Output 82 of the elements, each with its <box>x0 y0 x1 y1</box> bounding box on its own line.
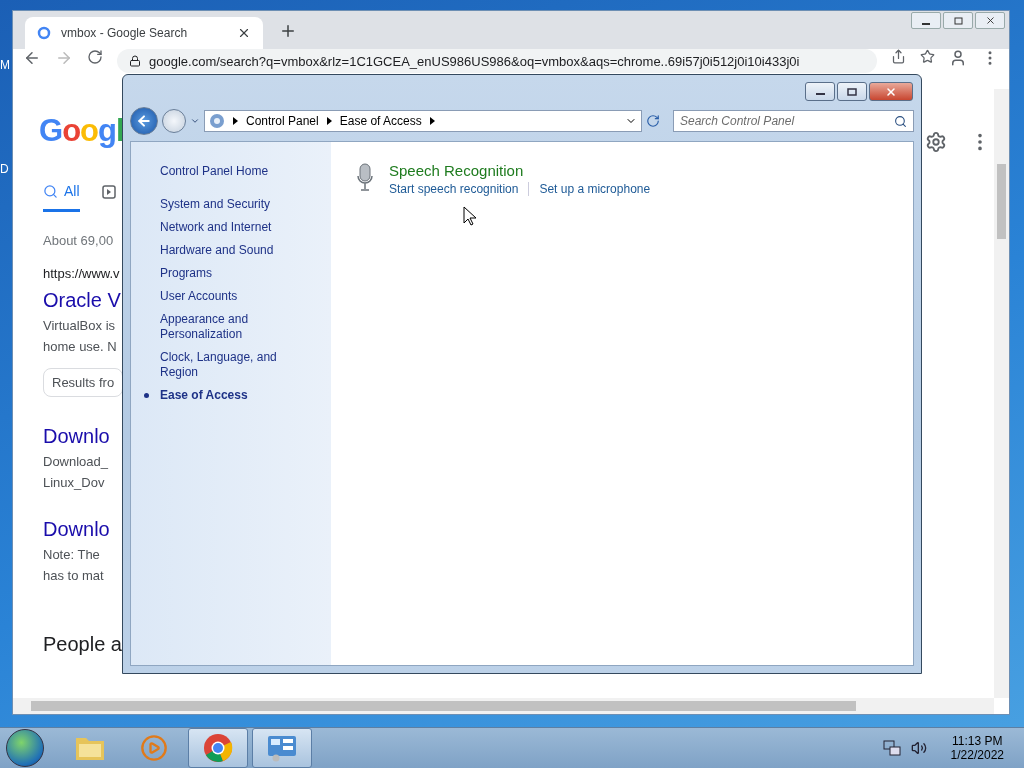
result-title[interactable]: Downlo <box>43 518 123 541</box>
mouse-cursor-icon <box>463 206 477 226</box>
new-tab-icon[interactable] <box>279 22 297 40</box>
vertical-scrollbar[interactable] <box>994 89 1009 698</box>
taskbar-button[interactable] <box>188 728 248 768</box>
settings-icon[interactable] <box>925 131 947 153</box>
clock[interactable]: 11:13 PM 1/22/2022 <box>950 734 1004 762</box>
nav-link[interactable]: Hardware and Sound <box>144 243 314 258</box>
microphone-icon <box>355 162 375 194</box>
nav-link[interactable]: System and Security <box>144 197 314 212</box>
minimize-icon <box>922 22 930 25</box>
google-icon <box>37 26 51 40</box>
video-icon[interactable] <box>101 184 116 199</box>
desktop-icon-label[interactable]: M <box>0 58 10 72</box>
close-button[interactable] <box>975 12 1005 29</box>
minimize-button[interactable] <box>911 12 941 29</box>
breadcrumb-arrow-icon[interactable] <box>326 117 332 125</box>
google-logo[interactable]: Googl <box>39 113 123 149</box>
share-icon[interactable] <box>891 49 906 64</box>
maximize-icon <box>847 87 857 96</box>
result-snippet: VirtualBox is <box>43 318 116 333</box>
task-link[interactable]: Start speech recognition <box>389 182 519 196</box>
result-snippet: Download_ <box>43 454 110 469</box>
close-icon <box>885 85 897 98</box>
profile-icon[interactable] <box>949 49 967 67</box>
nav-link[interactable]: Programs <box>144 266 314 281</box>
minimize-button[interactable] <box>805 82 835 101</box>
section-heading: People a <box>43 633 123 656</box>
taskbar-button[interactable] <box>252 728 312 768</box>
search-icon <box>43 183 58 199</box>
close-icon[interactable] <box>237 26 251 40</box>
search-icon[interactable] <box>894 114 907 128</box>
result-snippet: Note: The <box>43 547 101 562</box>
chrome-icon <box>203 733 233 763</box>
maximize-button[interactable] <box>837 82 867 101</box>
star-icon[interactable] <box>920 49 935 64</box>
lock-icon <box>129 55 141 67</box>
desktop-icon-label[interactable]: D <box>0 162 9 176</box>
results-count: About 69,00 <box>43 233 115 248</box>
result-url: https://www.v <box>43 266 121 281</box>
control-panel-icon <box>209 113 225 129</box>
history-dropdown-icon[interactable] <box>190 116 200 126</box>
section-title[interactable]: Speech Recognition <box>389 162 651 179</box>
horizontal-scrollbar[interactable] <box>13 698 994 714</box>
restore-icon <box>953 16 963 25</box>
result-title[interactable]: Downlo <box>43 425 123 448</box>
result-snippet: home use. N <box>43 339 118 354</box>
search-tab[interactable]: All <box>43 183 80 212</box>
nav-link[interactable]: User Accounts <box>144 289 314 304</box>
result-snippet: Linux_Dov <box>43 475 106 490</box>
result-title[interactable]: Oracle V <box>43 289 123 312</box>
browser-tab[interactable]: vmbox - Google Search <box>25 17 263 49</box>
back-icon[interactable] <box>23 49 41 67</box>
network-icon[interactable] <box>882 740 901 756</box>
volume-icon[interactable] <box>910 740 927 756</box>
media-player-icon <box>140 734 168 762</box>
address-bar[interactable]: google.com/search?q=vmbox&rlz=1C1GCEA_enUS986US986&oq=vmbox&aqs=chrome..69i57j0i512j0i10i433j0i <box>117 49 877 73</box>
control-panel-icon <box>266 734 298 762</box>
close-icon <box>984 15 996 26</box>
minimize-icon <box>815 93 825 95</box>
forward-button[interactable] <box>162 109 186 133</box>
result-snippet: has to mat <box>43 568 105 583</box>
breadcrumb-item[interactable]: Control Panel <box>246 114 319 128</box>
address-bar[interactable]: Control Panel Ease of Access <box>204 110 642 132</box>
search-field[interactable]: Search Control Panel <box>673 110 914 132</box>
nav-link[interactable]: Control Panel Home <box>144 164 314 179</box>
nav-link[interactable]: Ease of Access <box>144 388 314 403</box>
url-text: google.com/search?q=vmbox&rlz=1C1GCEA_enUS986US986&oq=vmbox&aqs=chrome..69i57j0i512j0i10i433j0i <box>149 53 800 69</box>
breadcrumb-item[interactable]: Ease of Access <box>339 114 422 128</box>
back-button[interactable] <box>130 107 158 135</box>
reload-icon[interactable] <box>87 49 103 65</box>
task-link[interactable]: Set up a microphone <box>539 182 651 196</box>
close-button[interactable] <box>869 82 913 101</box>
start-button[interactable] <box>6 729 44 767</box>
nav-link[interactable]: Appearance and Personalization <box>144 312 314 342</box>
refresh-icon[interactable] <box>646 114 660 128</box>
back-icon <box>136 113 152 129</box>
nav-link[interactable]: Network and Internet <box>144 220 314 235</box>
breadcrumb-arrow-icon[interactable] <box>429 117 435 125</box>
nav-link[interactable]: Clock, Language, and Region <box>144 350 314 380</box>
breadcrumb-arrow-icon[interactable] <box>233 117 238 125</box>
tab-title: vmbox - Google Search <box>61 26 189 40</box>
